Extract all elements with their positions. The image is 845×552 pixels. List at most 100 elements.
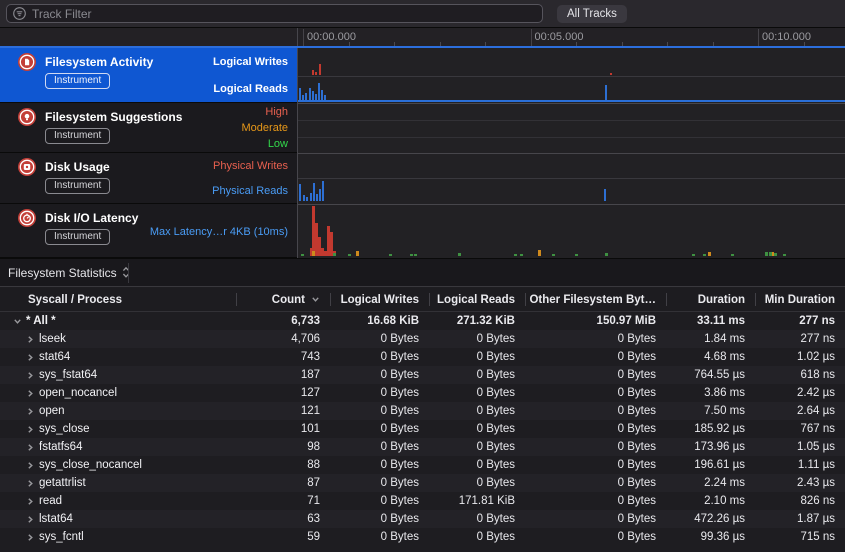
chart-bar-io-latency-low	[514, 254, 517, 256]
column-header-logical-reads[interactable]: Logical Reads	[429, 288, 525, 311]
track-row-disk-usage[interactable]: Disk UsageInstrumentPhysical WritesPhysi…	[0, 153, 298, 204]
table-row[interactable]: sys_fcntl590 Bytes0 Bytes0 Bytes99.36 µs…	[0, 528, 845, 546]
disclosure-chevron-icon[interactable]	[26, 389, 35, 398]
gauge-icon	[18, 209, 36, 227]
disclosure-chevron-icon[interactable]	[26, 371, 35, 380]
table-row[interactable]: open_nocancel1270 Bytes0 Bytes0 Bytes3.8…	[0, 384, 845, 402]
syscall-name: lstat64	[39, 513, 73, 525]
syscall-name: open_nocancel	[39, 387, 117, 399]
disclosure-chevron-icon[interactable]	[26, 353, 35, 362]
value-cell: 0 Bytes	[525, 459, 666, 471]
syscall-cell: lseek	[0, 333, 236, 345]
syscall-name: fstatfs64	[39, 441, 82, 453]
column-header-syscall-process[interactable]: Syscall / Process	[0, 288, 236, 311]
sort-indicator-icon	[311, 295, 320, 304]
value-cell: 2.24 ms	[666, 477, 755, 489]
disclosure-chevron-icon[interactable]	[26, 533, 35, 542]
value-cell: 2.42 µs	[755, 387, 845, 399]
column-header-min-duration[interactable]: Min Duration	[755, 288, 845, 311]
disclosure-chevron-icon[interactable]	[13, 317, 22, 326]
chart-bar-logical-reads	[299, 88, 301, 100]
disclosure-chevron-icon[interactable]	[26, 461, 35, 470]
disclosure-chevron-icon[interactable]	[26, 425, 35, 434]
column-header-label: Duration	[698, 294, 745, 306]
table-row[interactable]: read710 Bytes171.81 KiB0 Bytes2.10 ms826…	[0, 492, 845, 510]
timeline-graph-area[interactable]	[298, 48, 845, 258]
disclosure-chevron-icon[interactable]	[26, 515, 35, 524]
track-filter-input[interactable]	[26, 7, 542, 21]
syscall-cell: open	[0, 405, 236, 417]
value-cell: 0 Bytes	[429, 441, 525, 453]
selected-lane-baseline	[298, 100, 845, 102]
lane-label: Max Latency…r 4KB (10ms)	[150, 225, 288, 239]
value-cell: 1.84 ms	[666, 333, 755, 345]
table-row[interactable]: stat647430 Bytes0 Bytes0 Bytes4.68 ms1.0…	[0, 348, 845, 366]
value-cell: 1.87 µs	[755, 513, 845, 525]
disclosure-chevron-icon[interactable]	[26, 497, 35, 506]
value-cell: 0 Bytes	[330, 513, 429, 525]
lane-label: Logical Writes	[213, 55, 288, 69]
column-header-label: Syscall / Process	[28, 294, 122, 306]
column-header-label: Other Filesystem Byt…	[529, 294, 656, 306]
track-row-disk-i-o-latency[interactable]: Disk I/O LatencyInstrumentMax Latency…r …	[0, 204, 298, 258]
value-cell: 2.64 µs	[755, 405, 845, 417]
track-title: Disk Usage	[45, 160, 110, 174]
disclosure-chevron-icon[interactable]	[26, 479, 35, 488]
track-row-filesystem-activity[interactable]: Filesystem ActivityInstrumentLogical Wri…	[0, 48, 298, 103]
all-tracks-button[interactable]: All Tracks	[557, 5, 627, 23]
table-row[interactable]: open1210 Bytes0 Bytes0 Bytes7.50 ms2.64 …	[0, 402, 845, 420]
value-cell: 88	[236, 459, 330, 471]
column-header-other-filesystem-byt-[interactable]: Other Filesystem Byt…	[525, 288, 666, 311]
value-cell: 0 Bytes	[429, 369, 525, 381]
syscall-cell: getattrlist	[0, 477, 236, 489]
chart-bar-io-latency-low	[520, 254, 523, 256]
disclosure-chevron-icon[interactable]	[26, 335, 35, 344]
disclosure-chevron-icon[interactable]	[26, 407, 35, 416]
value-cell: 0 Bytes	[330, 531, 429, 543]
chart-bar-io-latency-low	[333, 253, 336, 256]
lightbulb-icon	[18, 108, 36, 126]
track-row-filesystem-suggestions[interactable]: Filesystem SuggestionsInstrumentHighMode…	[0, 103, 298, 153]
syscall-cell: read	[0, 495, 236, 507]
chart-bar-physical-reads	[310, 193, 312, 201]
value-cell: 171.81 KiB	[429, 495, 525, 507]
chart-bar-logical-reads	[605, 85, 607, 100]
instrument-badge: Instrument	[45, 178, 110, 194]
table-row[interactable]: getattrlist870 Bytes0 Bytes0 Bytes2.24 m…	[0, 474, 845, 492]
syscall-cell: sys_fstat64	[0, 369, 236, 381]
lane-label: Moderate	[242, 121, 288, 135]
lane-separator	[298, 103, 845, 104]
value-cell: 0 Bytes	[525, 441, 666, 453]
chart-bar-physical-reads	[322, 181, 324, 201]
table-row[interactable]: lseek4,7060 Bytes0 Bytes0 Bytes1.84 ms27…	[0, 330, 845, 348]
detail-pane-tab-bar[interactable]: Filesystem Statistics	[0, 258, 845, 287]
chart-bar-io-latency-low	[410, 254, 413, 256]
chart-bar-logical-reads	[312, 91, 314, 100]
value-cell: 2.10 ms	[666, 495, 755, 507]
timeline-ruler[interactable]: 00:00.00000:05.00000:10.000	[0, 28, 845, 48]
lane-label: Low	[268, 137, 288, 151]
table-row[interactable]: * All *6,73316.68 KiB271.32 KiB150.97 Mi…	[0, 312, 845, 330]
ruler-major-tick	[531, 29, 532, 46]
table-row[interactable]: fstatfs64980 Bytes0 Bytes0 Bytes173.96 µ…	[0, 438, 845, 456]
table-row[interactable]: sys_close_nocancel880 Bytes0 Bytes0 Byte…	[0, 456, 845, 474]
chart-bar-physical-reads	[316, 194, 318, 201]
lane-separator	[298, 153, 845, 154]
value-cell: 0 Bytes	[429, 459, 525, 471]
disclosure-chevron-icon[interactable]	[26, 443, 35, 452]
column-header-logical-writes[interactable]: Logical Writes	[330, 288, 429, 311]
column-header-count[interactable]: Count	[236, 288, 330, 311]
value-cell: 0 Bytes	[330, 351, 429, 363]
value-cell: 0 Bytes	[330, 333, 429, 345]
table-row[interactable]: sys_close1010 Bytes0 Bytes0 Bytes185.92 …	[0, 420, 845, 438]
table-row[interactable]: lstat64630 Bytes0 Bytes0 Bytes472.26 µs1…	[0, 510, 845, 528]
value-cell: 0 Bytes	[330, 369, 429, 381]
track-title: Filesystem Suggestions	[45, 110, 182, 124]
instruments-window: All Tracks 00:00.00000:05.00000:10.000 F…	[0, 0, 845, 552]
column-header-duration[interactable]: Duration	[666, 288, 755, 311]
table-row[interactable]: sys_fstat641870 Bytes0 Bytes0 Bytes764.5…	[0, 366, 845, 384]
chart-bar-physical-reads	[604, 189, 606, 201]
value-cell: 1.05 µs	[755, 441, 845, 453]
track-filter-field[interactable]	[6, 4, 543, 23]
instrument-badge: Instrument	[45, 229, 110, 245]
